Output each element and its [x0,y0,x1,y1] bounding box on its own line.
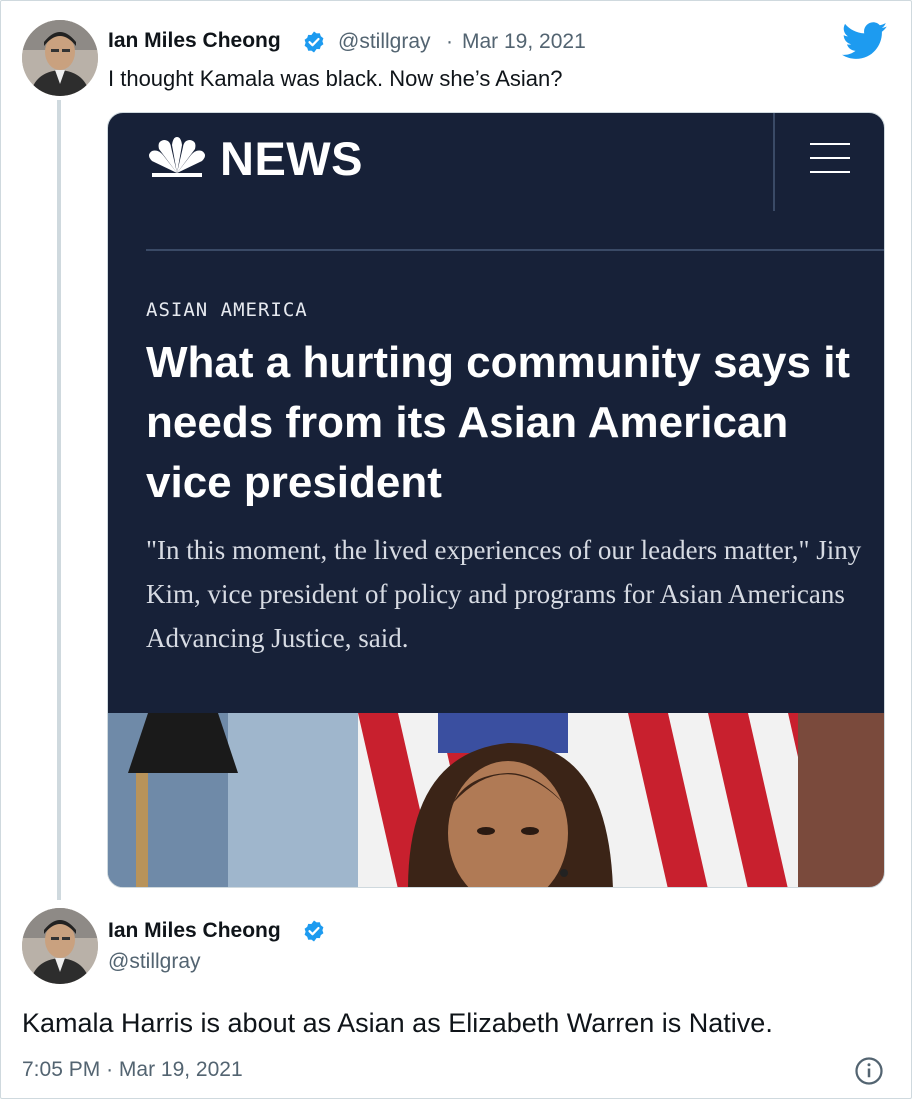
header-divider-vertical [773,113,775,211]
hamburger-menu-icon[interactable] [810,143,850,173]
twitter-bird-icon[interactable] [842,22,888,60]
tweet-time: 7:05 PM [22,1058,101,1081]
article-dek: "In this moment, the lived experiences o… [146,535,862,653]
avatar[interactable] [22,908,98,984]
author-name[interactable]: Ian Miles Cheong [108,919,281,943]
verified-badge-icon [304,920,324,942]
article-section: ASIAN AMERICA [146,299,308,321]
kamala-harris-photo [108,713,884,887]
nbc-peacock-icon [149,137,205,177]
avatar-image [22,908,98,984]
tweet-text: Kamala Harris is about as Asian as Eliza… [22,1008,773,1038]
tweet-date: Mar 19, 2021 [118,1058,243,1081]
info-icon[interactable] [854,1056,884,1086]
verified-badge-icon [304,31,324,53]
header-divider [146,249,884,251]
thread-line [57,100,61,900]
author-handle[interactable]: @stillgray [108,950,201,974]
tweet-timestamp[interactable]: 7:05 PM · Mar 19, 2021 [22,1058,243,1082]
author-name[interactable]: Ian Miles Cheong [108,29,281,53]
avatar[interactable] [22,20,98,96]
link-card[interactable]: NEWS ASIAN AMERICA What a hurting commun… [107,112,885,888]
article-headline: What a hurting community says it needs f… [146,338,851,507]
avatar-image [22,20,98,96]
news-wordmark: NEWS [220,132,363,185]
tweet-date[interactable]: Mar 19, 2021 [462,30,586,54]
tweet-text: I thought Kamala was black. Now she’s As… [108,66,563,91]
author-handle[interactable]: @stillgray [338,30,431,54]
separator-dot: · [446,30,453,53]
separator-dot: · [106,1058,114,1081]
